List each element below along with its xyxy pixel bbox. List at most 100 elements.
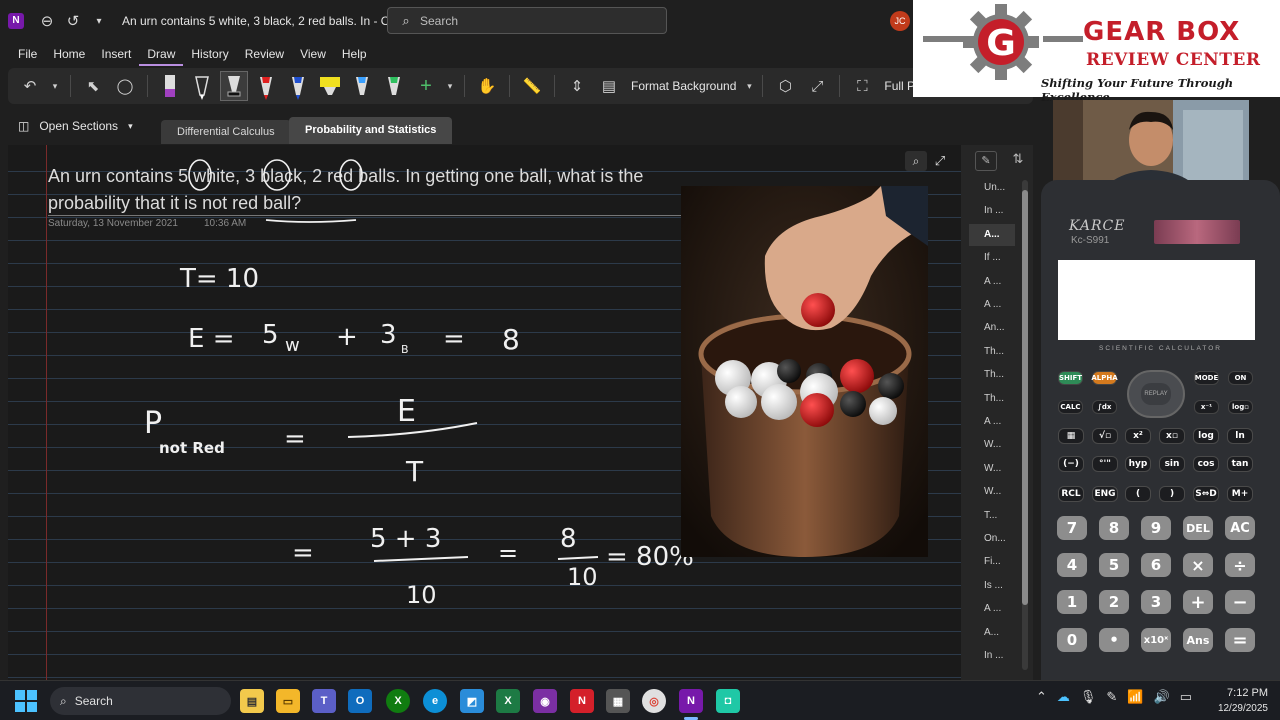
excel-icon[interactable]: X <box>496 689 520 713</box>
wifi-icon[interactable]: 📶 <box>1127 689 1143 705</box>
add-pen-dropdown-icon[interactable]: ▾ <box>444 71 456 101</box>
page-list-item[interactable]: W... <box>969 481 1015 503</box>
netflix-icon[interactable]: N <box>570 689 594 713</box>
open-sections-button[interactable]: ◫ Open Sections ▾ <box>18 119 133 133</box>
pen-lightblue-icon[interactable] <box>348 71 376 101</box>
ruler-icon[interactable]: 📏 <box>518 71 546 101</box>
scrollbar-thumb[interactable] <box>1022 190 1028 605</box>
avatar[interactable]: JC <box>890 11 910 31</box>
key-divide[interactable]: ÷ <box>1225 553 1255 577</box>
key-alpha[interactable]: ALPHA <box>1091 371 1118 385</box>
pen-green-icon[interactable] <box>380 71 408 101</box>
key-close-paren[interactable]: ) <box>1159 486 1185 502</box>
key-minus[interactable]: − <box>1225 590 1255 614</box>
key-0[interactable]: 0 <box>1057 628 1087 652</box>
page-list-item[interactable]: Th... <box>969 388 1015 410</box>
add-page-icon[interactable]: ✎ <box>975 151 997 171</box>
key-3[interactable]: 3 <box>1141 590 1171 614</box>
page-list-item[interactable]: If ... <box>969 247 1015 269</box>
menu-review[interactable]: Review <box>237 42 292 66</box>
menu-history[interactable]: History <box>183 42 236 66</box>
pen-black-selected-icon[interactable] <box>220 71 248 101</box>
onedrive-cloud-icon[interactable]: ☁ <box>1057 689 1070 705</box>
chrome-icon[interactable]: ◎ <box>642 689 666 713</box>
page-list-item[interactable]: A ... <box>969 411 1015 433</box>
highlighter-purple-icon[interactable] <box>156 71 184 101</box>
sort-icon[interactable]: ⇅ <box>1009 151 1027 171</box>
key-5[interactable]: 5 <box>1099 553 1129 577</box>
key-open-paren[interactable]: ( <box>1125 486 1151 502</box>
pen-tray-icon[interactable]: ✎ <box>1106 689 1117 705</box>
photos-icon[interactable]: ◩ <box>460 689 484 713</box>
pen-red-icon[interactable] <box>252 71 280 101</box>
undo-icon[interactable]: ↶ <box>16 71 44 101</box>
key-negative[interactable]: (−) <box>1058 456 1084 472</box>
file-explorer-icon[interactable]: ▭ <box>276 689 300 713</box>
key-integral[interactable]: ∫dx <box>1092 400 1117 414</box>
game-app-icon[interactable]: ◘ <box>716 689 740 713</box>
hand-pan-icon[interactable]: ✋ <box>473 71 501 101</box>
key-ln[interactable]: ln <box>1227 428 1253 444</box>
highlighter-yellow-icon[interactable] <box>316 71 344 101</box>
ink-to-shape-icon[interactable]: ⤢ <box>803 71 831 101</box>
page-list-item[interactable]: Is ... <box>969 575 1015 597</box>
onenote-taskbar-icon[interactable]: N <box>679 689 703 713</box>
pen-blue-icon[interactable] <box>284 71 312 101</box>
urn-photo[interactable] <box>681 186 928 557</box>
key-equals[interactable]: = <box>1225 628 1255 652</box>
page-list-item[interactable]: In ... <box>969 200 1015 222</box>
page-list-item[interactable]: A... <box>969 223 1015 246</box>
page-list-item[interactable]: A ... <box>969 598 1015 620</box>
key-mode[interactable]: MODE <box>1194 371 1219 385</box>
page-list-item[interactable]: Un... <box>969 177 1015 199</box>
volume-icon[interactable]: 🔊 <box>1154 689 1170 705</box>
menu-file[interactable]: File <box>10 42 45 66</box>
key-plus[interactable]: + <box>1183 590 1213 614</box>
page-list-item[interactable]: An... <box>969 317 1015 339</box>
windows-start-icon[interactable] <box>14 689 38 713</box>
key-shift[interactable]: SHIFT <box>1058 371 1083 385</box>
key-inverse[interactable]: x⁻¹ <box>1194 400 1219 414</box>
key-calc[interactable]: CALC <box>1058 400 1083 414</box>
key-hyp[interactable]: hyp <box>1125 456 1151 472</box>
key-fraction[interactable]: ▦ <box>1058 428 1084 444</box>
menu-draw[interactable]: Draw <box>139 42 184 66</box>
key-1[interactable]: 1 <box>1057 590 1087 614</box>
teams-icon[interactable]: T <box>312 689 336 713</box>
page-list-item[interactable]: W... <box>969 458 1015 480</box>
pen-white-icon[interactable] <box>188 71 216 101</box>
chevron-up-icon[interactable]: ⌃ <box>1036 689 1047 705</box>
key-sin[interactable]: sin <box>1159 456 1185 472</box>
quick-access-dropdown-icon[interactable]: ▾ <box>86 8 112 34</box>
key-4[interactable]: 4 <box>1057 553 1087 577</box>
key-logbase[interactable]: log▫ <box>1228 400 1253 414</box>
outlook-icon[interactable]: O <box>348 689 372 713</box>
key-del[interactable]: DEL <box>1183 516 1213 540</box>
key-tan[interactable]: tan <box>1227 456 1253 472</box>
sticky-notes-icon[interactable]: ▤ <box>240 689 264 713</box>
shapes-icon[interactable]: ⬡ <box>771 71 799 101</box>
back-icon[interactable]: ⊖ <box>34 8 60 34</box>
microphone-icon[interactable]: 🎙 <box>1080 689 1097 705</box>
key-square[interactable]: x² <box>1125 428 1151 444</box>
clock-date[interactable]: 12/29/2025 <box>1203 703 1268 714</box>
page-list-item[interactable]: A... <box>969 622 1015 644</box>
clock-time[interactable]: 7:12 PM <box>1218 687 1268 699</box>
battery-icon[interactable]: ▭ <box>1180 689 1192 705</box>
key-on[interactable]: ON <box>1228 371 1253 385</box>
page-list-item[interactable]: T... <box>969 505 1015 527</box>
menu-help[interactable]: Help <box>334 42 375 66</box>
key-9[interactable]: 9 <box>1141 516 1171 540</box>
edge-icon[interactable]: e <box>423 689 447 713</box>
key-exp10[interactable]: x10ˣ <box>1141 628 1171 652</box>
key-degrees[interactable]: °'" <box>1092 456 1118 472</box>
page-list-item[interactable]: On... <box>969 528 1015 550</box>
clipchamp-icon[interactable]: ◉ <box>533 689 557 713</box>
menu-view[interactable]: View <box>292 42 334 66</box>
page-list-item[interactable]: A ... <box>969 294 1015 316</box>
tab-probability-and-statistics[interactable]: Probability and Statistics <box>289 117 453 144</box>
format-background-button[interactable]: Format Background <box>627 79 740 93</box>
key-sqrt[interactable]: √▫ <box>1092 428 1118 444</box>
select-arrow-icon[interactable]: ⬉ <box>79 71 107 101</box>
key-8[interactable]: 8 <box>1099 516 1129 540</box>
